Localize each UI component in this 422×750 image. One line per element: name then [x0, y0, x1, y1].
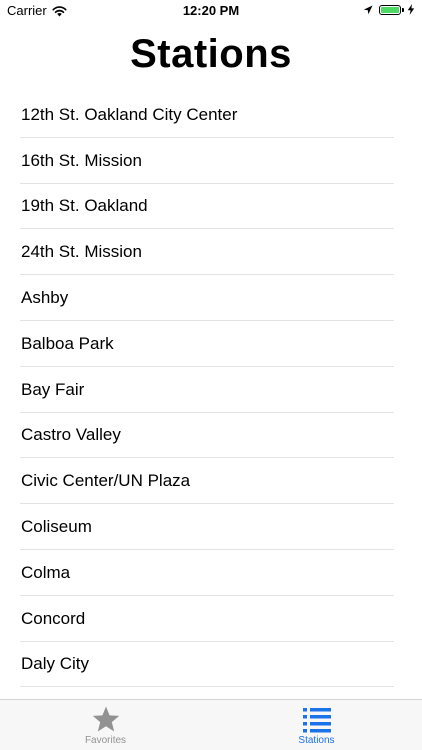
station-row[interactable]: Concord: [0, 596, 422, 642]
charging-bolt-icon: [407, 4, 415, 15]
tab-stations-label: Stations: [298, 735, 335, 746]
station-row[interactable]: Colma: [0, 550, 422, 596]
star-icon: [92, 706, 119, 732]
list-icon: [302, 708, 331, 733]
station-row[interactable]: 19th St. Oakland: [0, 184, 422, 230]
station-row[interactable]: Bay Fair: [0, 367, 422, 413]
page-title: Stations: [130, 32, 292, 76]
station-row[interactable]: Daly City: [0, 642, 422, 688]
tab-favorites-label: Favorites: [84, 735, 127, 746]
station-row[interactable]: 12th St. Oakland City Center: [0, 92, 422, 138]
station-row[interactable]: Ashby: [0, 275, 422, 321]
location-arrow-icon: [363, 5, 373, 14]
station-row[interactable]: Castro Valley: [0, 413, 422, 459]
station-list: 12th St. Oakland City Center 16th St. Mi…: [0, 92, 422, 688]
station-row[interactable]: Coliseum: [0, 504, 422, 550]
battery-level: [381, 6, 399, 13]
status-time: 12:20 PM: [182, 3, 240, 18]
battery-icon: [379, 4, 401, 15]
status-bar: Carrier 12:20 PM: [0, 0, 422, 24]
status-right: [363, 4, 415, 15]
app-screen: Carrier 12:20 PM Stations 12th St. Oakla…: [0, 0, 422, 750]
station-row[interactable]: Balboa Park: [0, 321, 422, 367]
tab-favorites[interactable]: Favorites: [0, 700, 211, 750]
tab-stations[interactable]: Stations: [211, 700, 422, 750]
tab-bar: Favorites Stations: [0, 699, 422, 750]
station-row[interactable]: 24th St. Mission: [0, 229, 422, 275]
battery-cap: [402, 7, 404, 12]
station-row[interactable]: Civic Center/UN Plaza: [0, 458, 422, 504]
station-row[interactable]: 16th St. Mission: [0, 138, 422, 184]
